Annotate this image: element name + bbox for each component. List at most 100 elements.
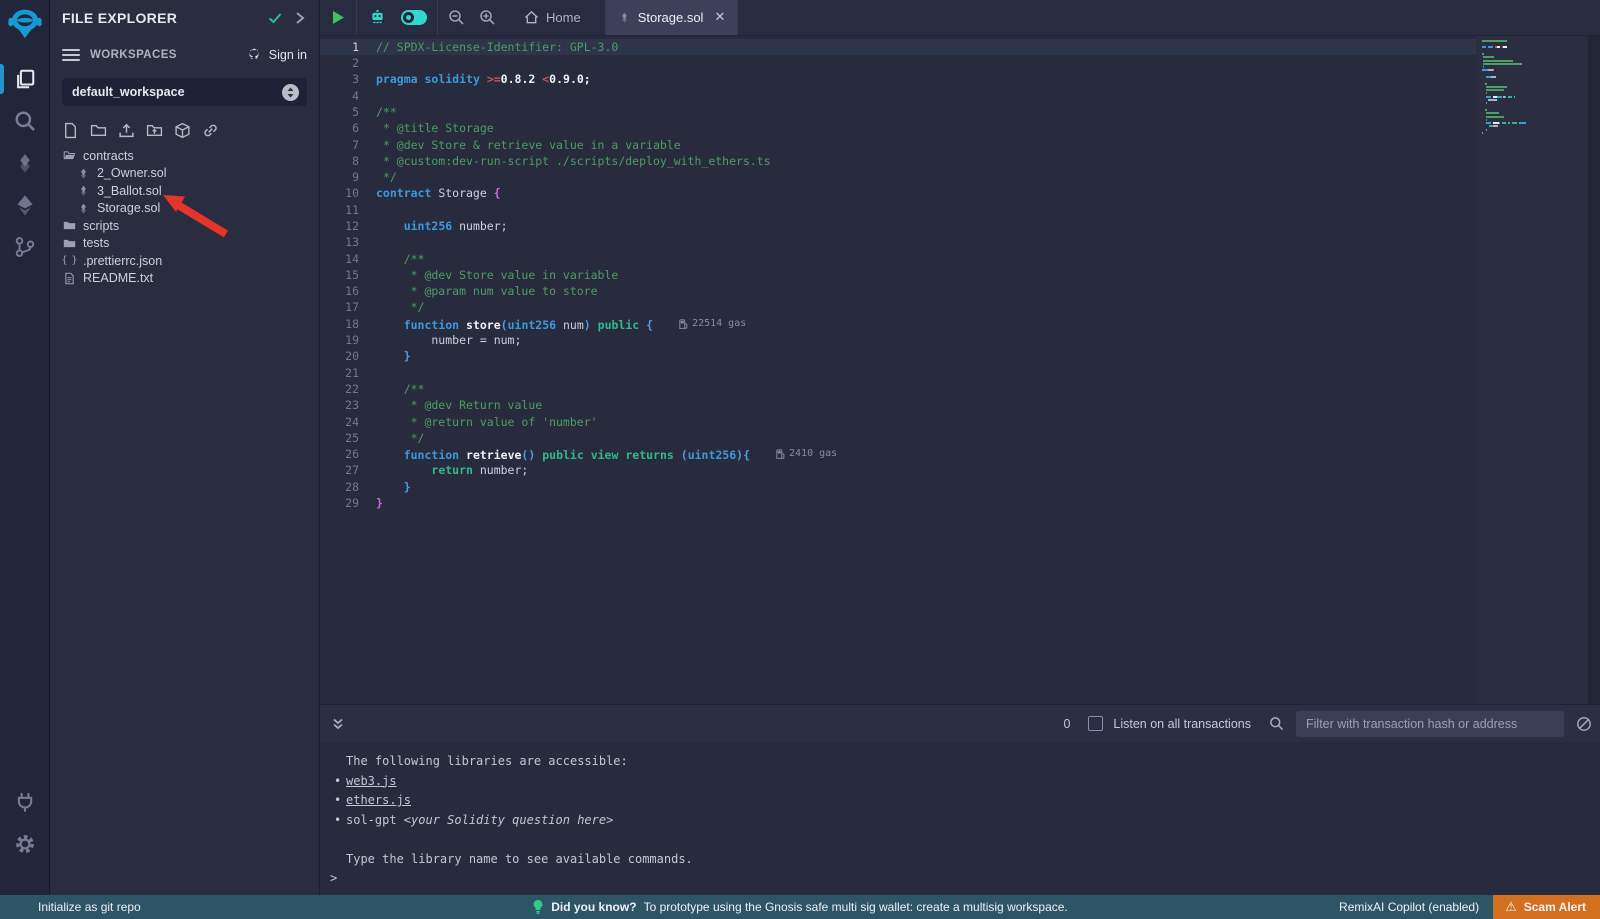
tip-title: Did you know? (551, 900, 636, 914)
code-line-11[interactable]: 11 (320, 202, 1476, 218)
zoom-in-icon[interactable] (479, 9, 496, 26)
code-line-27[interactable]: 27 return number; (320, 462, 1476, 478)
terminal-link[interactable]: web3.js (346, 774, 397, 788)
line-number: 10 (320, 185, 376, 201)
close-tab-icon[interactable]: ✕ (714, 10, 725, 25)
github-icon (248, 47, 264, 63)
zoom-out-icon[interactable] (448, 9, 465, 26)
code-line-8[interactable]: 8 * @custom:dev-run-script ./scripts/dep… (320, 153, 1476, 169)
sidebar-icon-solidity-compiler-icon[interactable] (0, 142, 50, 184)
code-line-5[interactable]: 5/** (320, 104, 1476, 120)
code-line-16[interactable]: 16 * @param num value to store (320, 283, 1476, 299)
code-line-14[interactable]: 14 /** (320, 251, 1476, 267)
new-folder-icon[interactable] (90, 122, 107, 139)
copilot-toggle[interactable] (401, 10, 427, 25)
scam-alert-button[interactable]: ⚠ Scam Alert (1493, 895, 1600, 919)
terminal-line: ethers.js (346, 791, 1600, 811)
terminal-collapse-icon[interactable] (330, 716, 346, 732)
listen-all-checkbox[interactable] (1088, 716, 1103, 731)
upload-folder-icon[interactable] (146, 122, 163, 139)
code-line-22[interactable]: 22 /** (320, 381, 1476, 397)
terminal[interactable]: The following libraries are accessible:w… (320, 742, 1600, 895)
clear-console-icon[interactable] (1576, 716, 1592, 732)
code-line-1[interactable]: 1// SPDX-License-Identifier: GPL-3.0 (320, 39, 1476, 55)
tree-item-label: contracts (83, 149, 134, 163)
minimap[interactable] (1476, 36, 1588, 705)
sidebar-icon-search-icon[interactable] (0, 100, 50, 142)
code-line-13[interactable]: 13 (320, 234, 1476, 250)
sidebar-icon-git-icon[interactable] (0, 226, 50, 268)
line-number: 9 (320, 169, 376, 185)
code-line-23[interactable]: 23 * @dev Return value (320, 397, 1476, 413)
code-line-19[interactable]: 19 number = num; (320, 332, 1476, 348)
tree-item--prettierrc-json[interactable]: { } .prettierrc.json (50, 252, 319, 270)
load-ipfs-icon[interactable] (174, 122, 191, 139)
code-line-18[interactable]: 18 function store(uint256 num) public {2… (320, 316, 1476, 332)
new-file-icon[interactable] (62, 122, 79, 139)
terminal-prompt[interactable]: > (330, 869, 1600, 887)
code-line-15[interactable]: 15 * @dev Store value in variable (320, 267, 1476, 283)
copilot-status[interactable]: RemixAI Copilot (enabled) (1339, 900, 1479, 914)
upload-files-icon[interactable] (118, 122, 135, 139)
code-line-10[interactable]: 10contract Storage { (320, 185, 1476, 201)
line-number: 12 (320, 218, 376, 234)
code-text: * @return value of 'number' (376, 414, 1476, 430)
code-line-24[interactable]: 24 * @return value of 'number' (320, 414, 1476, 430)
code-line-21[interactable]: 21 (320, 365, 1476, 381)
home-tab[interactable]: Home (510, 10, 595, 25)
ai-copilot-robot-icon[interactable] (367, 7, 387, 27)
github-signin-button[interactable]: Sign in (248, 47, 307, 63)
braces-icon: { } (62, 254, 76, 268)
tree-item-label: 2_Owner.sol (97, 166, 166, 180)
tree-item-label: .prettierrc.json (83, 254, 162, 268)
code-line-2[interactable]: 2 (320, 55, 1476, 71)
terminal-line: web3.js (346, 772, 1600, 792)
caret-updown-icon (282, 84, 299, 101)
sidebar-icon-plugin-manager-icon[interactable] (0, 781, 50, 823)
tree-item-2-owner-sol[interactable]: 2_Owner.sol (50, 165, 319, 183)
code-line-9[interactable]: 9 */ (320, 169, 1476, 185)
code-line-12[interactable]: 12 uint256 number; (320, 218, 1476, 234)
workspace-select[interactable]: default_workspace (62, 78, 307, 106)
main-area: FILE EXPLORER WORKSPACES Sign in default… (0, 0, 1600, 895)
code-line-6[interactable]: 6 * @title Storage (320, 120, 1476, 136)
terminal-link[interactable]: ethers.js (346, 793, 411, 807)
code-line-26[interactable]: 26 function retrieve() public view retur… (320, 446, 1476, 462)
code-text (376, 88, 1476, 104)
scrollbar-track[interactable] (1588, 36, 1600, 705)
run-script-button[interactable] (330, 9, 346, 25)
tab-label: Storage.sol (638, 10, 704, 25)
terminal-line: sol-gpt <your Solidity question here> (346, 811, 1600, 831)
activity-bar (0, 0, 50, 895)
tree-item-storage-sol[interactable]: Storage.sol (50, 200, 319, 218)
code-line-17[interactable]: 17 */ (320, 299, 1476, 315)
tree-item-contracts[interactable]: contracts (50, 147, 319, 165)
transaction-count: 0 (1063, 717, 1070, 731)
hamburger-menu-icon[interactable] (62, 49, 80, 61)
transaction-filter-input[interactable] (1296, 711, 1564, 737)
tree-item-tests[interactable]: tests (50, 235, 319, 253)
tab-storage-sol[interactable]: Storage.sol ✕ (606, 0, 739, 35)
code-line-25[interactable]: 25 */ (320, 430, 1476, 446)
remix-logo-icon[interactable] (6, 6, 44, 44)
gas-estimate-badge: 2410 gas (776, 446, 837, 462)
line-number: 19 (320, 332, 376, 348)
tree-item-3-ballot-sol[interactable]: 3_Ballot.sol (50, 182, 319, 200)
code-line-20[interactable]: 20 } (320, 348, 1476, 364)
code-line-4[interactable]: 4 (320, 88, 1476, 104)
tree-item-scripts[interactable]: scripts (50, 217, 319, 235)
import-url-icon[interactable] (202, 122, 219, 139)
git-init-button[interactable]: Initialize as git repo (0, 900, 141, 914)
code-line-7[interactable]: 7 * @dev Store & retrieve value in a var… (320, 137, 1476, 153)
code-editor[interactable]: 1// SPDX-License-Identifier: GPL-3.023pr… (320, 36, 1600, 705)
tree-item-readme-txt[interactable]: README.txt (50, 270, 319, 288)
terminal-search-icon[interactable] (1269, 716, 1284, 731)
code-line-3[interactable]: 3pragma solidity >=0.8.2 <0.9.0; (320, 71, 1476, 87)
chevron-right-icon[interactable] (293, 11, 307, 25)
sidebar-icon-file-explorer-icon[interactable] (0, 58, 50, 100)
code-line-28[interactable]: 28 } (320, 479, 1476, 495)
sidebar-icon-settings-icon[interactable] (0, 823, 50, 865)
line-number: 21 (320, 365, 376, 381)
code-line-29[interactable]: 29} (320, 495, 1476, 511)
sidebar-icon-deploy-run-icon[interactable] (0, 184, 50, 226)
